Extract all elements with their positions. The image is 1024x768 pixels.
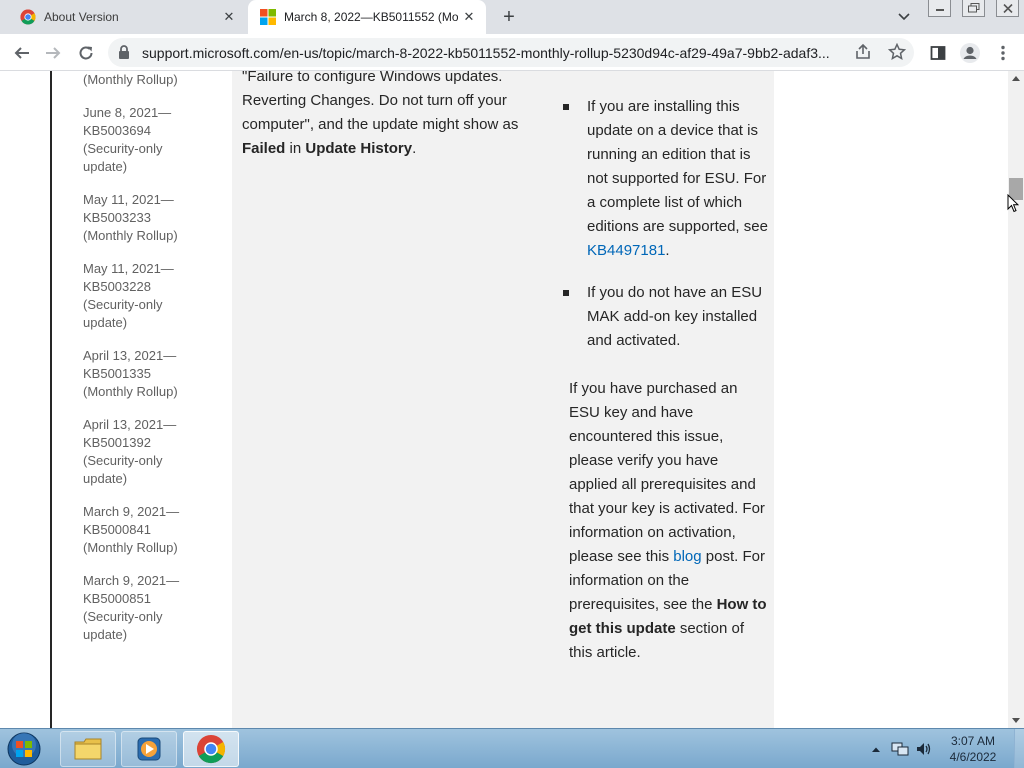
symptom-cell: "Failure to configure Windows updates. R… (242, 71, 532, 161)
tab-kb5011552[interactable]: March 8, 2022—KB5011552 (Mo ✕ (248, 0, 486, 34)
show-desktop-button[interactable] (1014, 729, 1024, 768)
volume-icon[interactable] (914, 739, 934, 759)
tab-title: March 8, 2022—KB5011552 (Mo (284, 10, 458, 24)
update-history-bold: Update History (305, 140, 413, 157)
chrome-icon (196, 734, 226, 764)
sidebar-item[interactable]: April 13, 2021—KB5001335 (Monthly Rollup… (83, 347, 193, 401)
chrome-icon (20, 9, 36, 25)
windows-orb-icon (7, 732, 41, 766)
back-arrow-icon[interactable] (9, 40, 35, 66)
close-window-button[interactable] (996, 0, 1019, 17)
condition-list: If you are installing this update on a d… (560, 95, 770, 353)
sidebar-item[interactable]: May 11, 2021—KB5003233 (Monthly Rollup) (83, 191, 193, 245)
restore-button[interactable] (962, 0, 985, 17)
forward-arrow-icon[interactable] (40, 40, 66, 66)
chrome-taskbar-button[interactable] (183, 731, 239, 767)
network-icon[interactable] (890, 739, 910, 759)
sidebar-item[interactable]: May 11, 2021—KB5003228 (Security-only up… (83, 260, 193, 332)
tab-search-chevron-icon[interactable] (892, 6, 916, 28)
sidebar-item[interactable]: June 8, 2021—KB5003694 (Security-only up… (83, 104, 193, 176)
url-text: support.microsoft.com/en-us/topic/march-… (142, 45, 830, 61)
close-tab-icon[interactable]: ✕ (218, 6, 240, 28)
menu-dots-icon[interactable] (990, 40, 1016, 66)
scroll-up-arrow-icon[interactable] (1012, 76, 1020, 81)
symptom-text: . (412, 140, 417, 157)
folder-icon (74, 738, 102, 760)
minimize-button[interactable] (928, 0, 951, 17)
media-player-icon (137, 737, 161, 761)
web-page: (Monthly Rollup) June 8, 2021—KB5003694 … (0, 71, 1008, 728)
scroll-down-arrow-icon[interactable] (1012, 718, 1020, 723)
tab-title: About Version (44, 10, 119, 24)
esu-paragraph: If you have purchased an ESU key and hav… (560, 377, 770, 665)
symptom-text: "Failure to configure Windows updates. R… (242, 71, 519, 133)
windows-taskbar: 3:07 AM 4/6/2022 (0, 728, 1024, 768)
explorer-taskbar-button[interactable] (60, 731, 116, 767)
sidebar-item[interactable]: March 9, 2021—KB5000851 (Security-only u… (83, 572, 193, 644)
sidebar-item[interactable]: (Monthly Rollup) (83, 71, 193, 89)
symptom-text: in (285, 140, 306, 157)
kb4497181-link[interactable]: KB4497181 (587, 242, 665, 259)
reload-icon[interactable] (73, 40, 99, 66)
workaround-cell: If you are installing this update on a d… (560, 95, 770, 665)
clock-time: 3:07 AM (950, 734, 996, 748)
media-player-taskbar-button[interactable] (121, 731, 177, 767)
start-button[interactable] (4, 731, 44, 767)
bullet-text: If you do not have an ESU MAK add-on key… (587, 284, 763, 349)
profile-avatar-icon[interactable] (957, 40, 983, 66)
sidebar-item[interactable]: April 13, 2021—KB5001392 (Security-only … (83, 416, 193, 488)
address-bar[interactable]: support.microsoft.com/en-us/topic/march-… (108, 38, 914, 67)
microsoft-icon (260, 9, 276, 25)
bookmark-star-icon[interactable] (888, 43, 906, 61)
blog-link[interactable]: blog (673, 548, 701, 565)
clock-date: 4/6/2022 (949, 750, 997, 764)
para-text: If you have purchased an ESU key and hav… (569, 380, 765, 565)
sidebar-divider (50, 71, 52, 728)
side-panel-icon[interactable] (925, 40, 951, 66)
sidebar-item[interactable]: March 9, 2021—KB5000841 (Monthly Rollup) (83, 503, 193, 557)
tab-strip: About Version ✕ March 8, 2022—KB5011552 … (0, 0, 1024, 34)
system-tray (866, 729, 938, 768)
share-icon[interactable] (854, 43, 872, 61)
browser-toolbar: support.microsoft.com/en-us/topic/march-… (0, 34, 1024, 71)
failed-bold: Failed (242, 140, 286, 157)
tab-about-version[interactable]: About Version ✕ (8, 0, 246, 34)
list-item: If you do not have an ESU MAK add-on key… (560, 281, 770, 353)
close-tab-icon[interactable]: ✕ (458, 6, 480, 28)
window-controls (928, 0, 1024, 17)
lock-icon (119, 45, 129, 59)
mouse-cursor-icon (1007, 194, 1019, 213)
new-tab-button[interactable]: + (496, 4, 522, 30)
vertical-scrollbar[interactable] (1008, 71, 1024, 728)
sidebar-nav: (Monthly Rollup) June 8, 2021—KB5003694 … (83, 71, 193, 659)
taskbar-clock[interactable]: 3:07 AM 4/6/2022 (936, 733, 1010, 765)
show-hidden-icons-icon[interactable] (866, 739, 886, 759)
bullet-text: If you are installing this update on a d… (587, 98, 768, 235)
list-item: If you are installing this update on a d… (560, 95, 770, 263)
bullet-text: . (665, 242, 670, 259)
